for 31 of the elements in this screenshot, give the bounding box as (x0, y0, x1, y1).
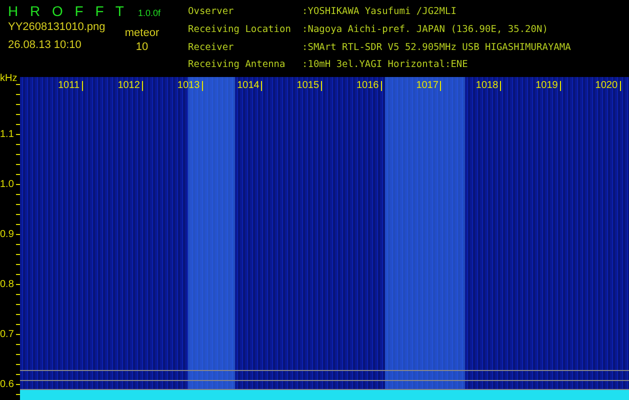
info-value: :SMArt RTL-SDR V5 52.905MHz USB HIGASHIMURAYAMA (302, 42, 571, 54)
info-value: :YOSHIKAWA Yasufumi /JG2MLI (302, 6, 458, 19)
axis-label: 1012 (118, 81, 143, 91)
axis-label: 1016 (356, 81, 382, 91)
axis-unit: kHz (0, 73, 18, 84)
axis-label: 1017 (416, 81, 442, 91)
count-value: 10 (136, 41, 148, 53)
file-name: YY2608131010.png (8, 21, 106, 33)
axis-label: 0.9 (0, 230, 14, 240)
info-label: Receiving Antenna (188, 59, 286, 72)
info-label: Receiving Location (188, 24, 292, 37)
axis-label: 1015 (296, 81, 322, 91)
axis-label: 1.1 (0, 130, 14, 140)
axis-label: 1011 (58, 81, 83, 91)
axis-label: 0.8 (0, 280, 14, 290)
axis-label: 1.0 (0, 180, 14, 190)
axis-label: 1018 (476, 81, 502, 91)
timestamp: 26.08.13 10:10 (8, 39, 82, 51)
mode-label: meteor (124, 27, 160, 39)
version-label: 1.0.0f (138, 8, 160, 18)
axis-label: 0.6 (0, 380, 14, 390)
axis-label: 1019 (536, 81, 561, 91)
axis-label: 1014 (237, 81, 262, 91)
info-label: Ovserver (188, 6, 235, 19)
axis-label: 1013 (177, 81, 203, 91)
app-title: H R O F F T (8, 3, 124, 19)
axis-label: 0.7 (0, 330, 14, 340)
axis-label: 1020 (595, 81, 621, 91)
info-value: :Nagoya Aichi-pref. JAPAN (136.90E, 35.20N) (302, 24, 549, 37)
info-value: :10mH 3el.YAGI Horizontal:ENE (302, 59, 469, 72)
info-label: Receiver (188, 42, 235, 54)
